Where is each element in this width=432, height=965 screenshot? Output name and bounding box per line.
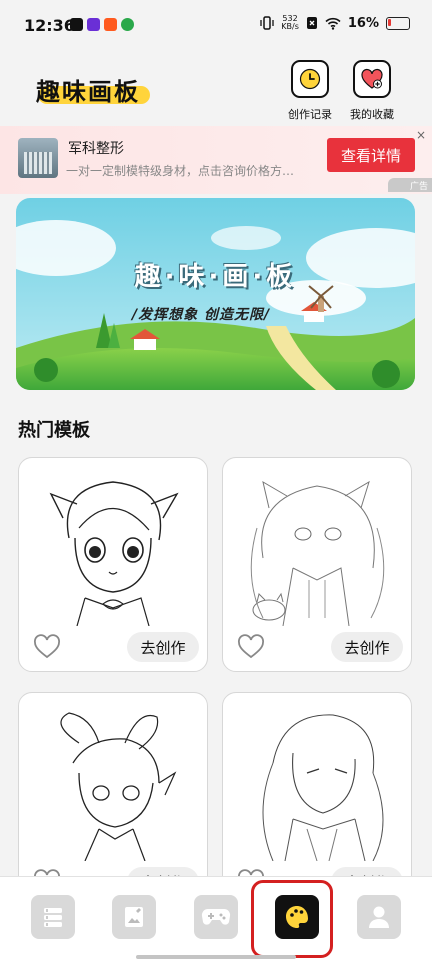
tiktok-icon: [70, 18, 83, 31]
favorites-label: 我的收藏: [350, 108, 394, 121]
nav-item-games[interactable]: [194, 895, 238, 939]
ad-view-details-button[interactable]: 查看详情: [327, 138, 415, 172]
ad-title: 军科整形: [68, 141, 124, 157]
map-app-icon: [121, 18, 134, 31]
template-line-art-long-hair-girl: [233, 703, 401, 862]
status-bar: 12:36 532 KB/s 16%: [0, 0, 432, 52]
favorites-button[interactable]: 我的收藏: [340, 60, 404, 122]
history-label: 创作记录: [288, 108, 332, 121]
ad-tag-label: 广告: [409, 181, 428, 192]
selection-highlight: [251, 880, 333, 958]
ad-thumbnail: [18, 138, 58, 178]
history-button[interactable]: 创作记录: [278, 60, 342, 122]
shopping-app-icon: [104, 18, 117, 31]
banner-subtitle: /发挥想象 创造无限/: [132, 307, 271, 323]
landscape-illustration: [16, 198, 415, 390]
nav-item-library[interactable]: [31, 895, 75, 939]
ad-description: 一对一定制模特级身材，点击咨询价格方…: [66, 164, 295, 178]
logo-text: 趣味画板: [36, 78, 140, 106]
battery-percent: 16%: [347, 15, 379, 31]
template-line-art-bunny-girl: [29, 703, 197, 862]
ad-close-icon[interactable]: ×: [416, 128, 426, 142]
heart-plus-icon: [353, 60, 391, 98]
gamepad-icon: [201, 908, 231, 925]
ad-tag: 广告: [388, 178, 432, 192]
nav-item-images[interactable]: [112, 895, 156, 939]
network-speed: 532 KB/s: [281, 15, 299, 31]
go-create-button[interactable]: 去创作: [331, 632, 403, 662]
template-card[interactable]: 去创作: [222, 457, 412, 672]
heart-outline-icon[interactable]: [237, 634, 265, 660]
hero-banner[interactable]: 趣·味·画·板 /发挥想象 创造无限/: [16, 198, 415, 390]
vibrate-icon: [260, 16, 274, 30]
network-speed-unit: KB/s: [281, 22, 299, 31]
image-edit-icon: [125, 907, 143, 927]
banner-title: 趣·味·画·板: [134, 262, 297, 292]
template-card[interactable]: 去创作: [222, 692, 412, 907]
nav-item-profile[interactable]: [357, 895, 401, 939]
template-card[interactable]: 去创作: [18, 692, 208, 907]
user-icon: [369, 906, 389, 928]
go-create-button[interactable]: 去创作: [127, 632, 199, 662]
battery-icon: [386, 16, 410, 30]
clock-icon: [291, 60, 329, 98]
wifi-icon: [325, 17, 341, 30]
home-indicator[interactable]: [136, 955, 296, 959]
notification-icons: [70, 18, 134, 31]
app-notification-icon: [87, 18, 100, 31]
book-stack-icon: [44, 908, 62, 927]
template-line-art-girl: [29, 468, 197, 627]
template-card[interactable]: 去创作: [18, 457, 208, 672]
section-title-hot-templates: 热门模板: [18, 420, 90, 441]
no-sim-icon: [306, 17, 317, 29]
bottom-navigation: [0, 876, 432, 965]
status-time: 12:36: [24, 16, 75, 35]
template-line-art-cat-girl: [233, 468, 401, 627]
heart-outline-icon[interactable]: [33, 634, 61, 660]
